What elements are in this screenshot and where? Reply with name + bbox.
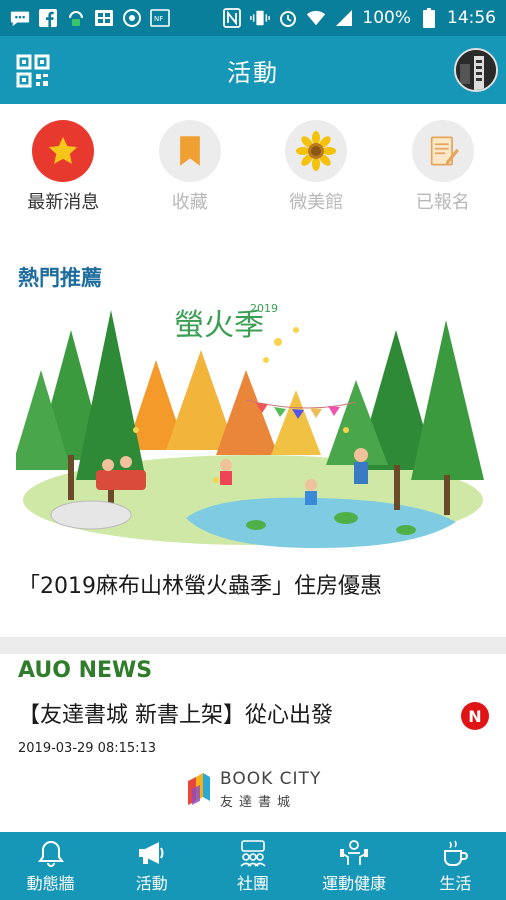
new-badge: N — [461, 702, 489, 730]
news-item-title[interactable]: 【友達書城 新書上架】從心出發 — [18, 697, 333, 729]
vpn-icon — [66, 8, 86, 28]
notepad-icon — [411, 120, 474, 182]
category-label: 微美館 — [289, 192, 344, 213]
megaphone-icon — [137, 838, 167, 868]
category-row: 最新消息 收藏 微美館 已報名 — [0, 120, 506, 230]
fitness-icon — [339, 838, 369, 868]
category-favorites[interactable]: 收藏 — [127, 120, 254, 230]
bookmark-icon — [158, 120, 221, 182]
clock: 14:56 — [447, 8, 496, 28]
qr-code-icon[interactable] — [16, 54, 50, 88]
nfc-n-icon — [222, 8, 242, 28]
category-label: 最新消息 — [27, 192, 100, 213]
book-city-text: BOOK CITY 友達書城 — [220, 769, 321, 810]
gallery-icon — [94, 8, 114, 28]
svg-text:NF: NF — [154, 15, 163, 23]
rotate-icon — [122, 8, 142, 28]
app-bar: 活動 — [0, 36, 506, 104]
nfc-icon: NF — [150, 8, 170, 28]
news-section-title: AUO NEWS — [18, 658, 153, 683]
hot-banner-caption[interactable]: 「2019麻布山林螢火蟲季」住房優惠 — [18, 568, 382, 600]
bell-icon — [36, 838, 66, 868]
message-icon — [10, 8, 30, 28]
battery-icon — [419, 8, 439, 28]
signal-icon — [334, 8, 354, 28]
facebook-icon — [38, 8, 58, 28]
status-bar: NF 100% 14:56 — [0, 0, 506, 36]
status-bar-right: 100% 14:56 — [222, 8, 496, 28]
hot-section-title: 熱門推薦 — [18, 266, 102, 290]
category-registered[interactable]: 已報名 — [380, 120, 506, 230]
page-title: 活動 — [227, 58, 279, 87]
nav-label: 運動健康 — [322, 874, 387, 893]
nav-label: 活動 — [135, 874, 168, 893]
category-micro-gallery[interactable]: 微美館 — [253, 120, 380, 230]
nav-feed[interactable]: 動態牆 — [0, 832, 101, 900]
alarm-icon — [278, 8, 298, 28]
group-icon — [238, 838, 268, 868]
book-city-logo: BOOK CITY 友達書城 — [186, 765, 336, 813]
book-city-logo-icon — [188, 773, 210, 805]
nav-label: 社團 — [236, 874, 269, 893]
sunflower-icon — [285, 120, 348, 182]
nav-label: 生活 — [439, 874, 472, 893]
category-label: 已報名 — [415, 192, 470, 213]
wifi-icon — [306, 8, 326, 28]
nav-club[interactable]: 社團 — [202, 832, 303, 900]
status-bar-left: NF — [10, 8, 170, 28]
battery-percent: 100% — [362, 8, 411, 28]
avatar[interactable] — [454, 48, 498, 92]
nav-fitness[interactable]: 運動健康 — [304, 832, 405, 900]
nav-life[interactable]: 生活 — [405, 832, 506, 900]
category-latest-news[interactable]: 最新消息 — [0, 120, 127, 230]
vibrate-icon — [250, 8, 271, 28]
banner-year: 2019 — [250, 302, 278, 315]
nav-activity[interactable]: 活動 — [101, 832, 202, 900]
hot-banner-image[interactable]: 螢火季 2019 — [16, 290, 490, 558]
coffee-icon — [440, 838, 470, 868]
news-item-date: 2019-03-29 08:15:13 — [18, 741, 157, 756]
section-divider — [0, 637, 506, 654]
category-label: 收藏 — [171, 192, 208, 213]
book-city-en: BOOK CITY — [220, 768, 322, 789]
star-icon — [32, 120, 95, 182]
bottom-nav: 動態牆 活動 社團 運動健康 生活 — [0, 832, 506, 900]
nav-label: 動態牆 — [26, 874, 75, 893]
book-city-zh: 友達書城 — [220, 794, 297, 810]
